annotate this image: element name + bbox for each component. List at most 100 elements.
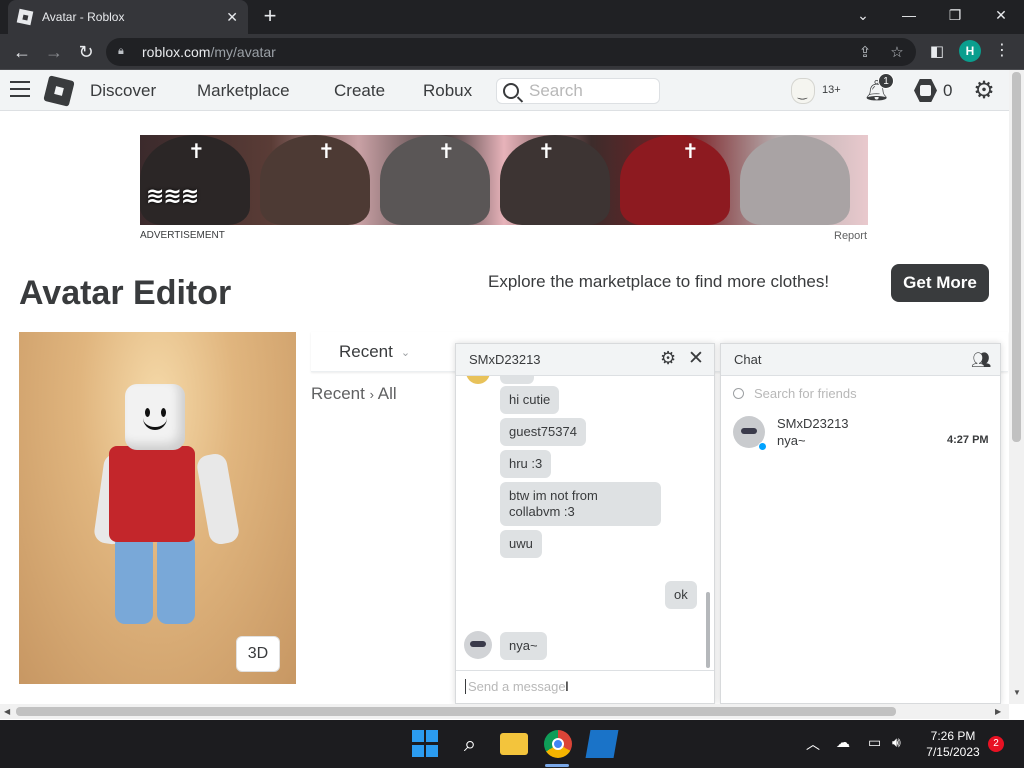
network-icon[interactable]: ▭ bbox=[868, 734, 881, 751]
message-list[interactable]: hi cutie guest75374 hru :3 btw im not fr… bbox=[456, 376, 706, 670]
chrome-center bbox=[552, 738, 564, 750]
windows-start-icon[interactable] bbox=[412, 730, 440, 758]
roblox-favicon-icon bbox=[16, 8, 34, 26]
lock-icon: 🔒︎ bbox=[118, 45, 124, 57]
ad-hat-image bbox=[380, 135, 490, 225]
friend-search bbox=[733, 386, 974, 401]
friend-conversation-item[interactable]: SMxD23213 nya~ 4:27 PM bbox=[721, 410, 1000, 454]
friend-name: SMxD23213 bbox=[777, 416, 849, 431]
nav-robux[interactable]: Robux bbox=[423, 81, 472, 101]
advertisement-banner[interactable]: ✝ ✝ ✝ ✝ ✝ ≋≋≋ bbox=[140, 135, 868, 225]
avatar-head bbox=[125, 384, 185, 450]
chat-title: Chat bbox=[734, 352, 762, 367]
profile-avatar[interactable]: H bbox=[959, 40, 981, 62]
scrollbar-thumb[interactable] bbox=[16, 707, 896, 716]
conversation-settings-icon[interactable]: ⚙ bbox=[660, 348, 676, 369]
get-more-button[interactable]: Get More bbox=[891, 264, 989, 302]
avatar-torso bbox=[109, 446, 195, 542]
roblox-studio-icon[interactable] bbox=[585, 730, 619, 758]
share-icon[interactable]: ⇪ bbox=[854, 42, 876, 64]
bookmark-star-icon[interactable]: ☆ bbox=[886, 42, 908, 64]
minimize-icon[interactable]: — bbox=[886, 0, 932, 30]
ad-brand-logo: ≋≋≋ bbox=[146, 183, 199, 208]
gear-icon[interactable]: ⚙ bbox=[970, 77, 998, 105]
close-conversation-icon[interactable]: ✕ bbox=[688, 347, 704, 370]
cloud-icon[interactable]: ☁ bbox=[836, 734, 850, 751]
active-app-indicator bbox=[545, 764, 569, 767]
side-panel-icon[interactable]: ◧ bbox=[925, 40, 949, 64]
message-input[interactable] bbox=[465, 679, 705, 694]
message-bubble: nya~ bbox=[500, 632, 547, 660]
avatar-preview[interactable] bbox=[19, 332, 296, 684]
restore-icon[interactable]: ❐ bbox=[932, 0, 978, 30]
volume-icon[interactable]: 🔊︎ bbox=[892, 734, 901, 751]
avatar-right-leg bbox=[157, 534, 195, 624]
close-window-icon[interactable]: ✕ bbox=[978, 0, 1024, 30]
scroll-right-icon[interactable]: ▶ bbox=[995, 707, 1001, 716]
text-cursor-icon: I bbox=[565, 678, 569, 694]
friend-message-time: 4:27 PM bbox=[947, 434, 989, 446]
chrome-icon[interactable] bbox=[544, 730, 572, 758]
online-status-icon bbox=[758, 442, 767, 451]
explore-text: Explore the marketplace to find more clo… bbox=[488, 272, 830, 291]
message-bubble: hi cutie bbox=[500, 386, 560, 414]
tab-recent[interactable]: Recent ⌄ bbox=[339, 342, 410, 362]
nav-marketplace[interactable]: Marketplace bbox=[197, 81, 290, 101]
avatar-eye bbox=[145, 408, 150, 417]
create-group-icon[interactable]: 👥︎ bbox=[971, 350, 991, 370]
roblox-logo-icon[interactable] bbox=[43, 75, 75, 107]
friend-search-input[interactable] bbox=[754, 386, 974, 401]
scroll-left-icon[interactable]: ◀ bbox=[4, 707, 10, 716]
message-bubble: uwu bbox=[500, 530, 542, 558]
conversation-header[interactable]: SMxD23213 ⚙ ✕ bbox=[456, 344, 714, 376]
ad-report-link[interactable]: Report bbox=[834, 230, 867, 242]
toggle-3d-button[interactable]: 3D bbox=[236, 636, 280, 672]
page-horizontal-scrollbar[interactable]: ◀ ▶ bbox=[0, 704, 1009, 719]
page-vertical-scrollbar[interactable]: ▼ bbox=[1009, 70, 1024, 704]
ad-hat-image bbox=[500, 135, 610, 225]
reload-icon[interactable]: ↻ bbox=[74, 40, 98, 64]
taskbar-clock[interactable]: 7:26 PM 7/15/2023 bbox=[920, 728, 986, 760]
avatar-smile bbox=[143, 418, 167, 430]
avatar-left-leg bbox=[115, 534, 153, 624]
search-box bbox=[496, 78, 660, 104]
tab-recent-label: Recent bbox=[339, 342, 393, 361]
chat-header[interactable]: Chat 👥︎ bbox=[721, 344, 1000, 376]
message-scrollbar[interactable] bbox=[706, 592, 710, 668]
roblox-navbar: Discover Marketplace Create Robux 13+ 🔔︎… bbox=[0, 70, 1009, 111]
cross-icon: ✝ bbox=[538, 141, 555, 163]
browser-tab[interactable]: Avatar - Roblox ✕ bbox=[8, 0, 248, 34]
new-tab-icon[interactable]: + bbox=[258, 4, 282, 28]
clock-time: 7:26 PM bbox=[930, 729, 976, 743]
notification-center-badge[interactable]: 2 bbox=[988, 736, 1004, 752]
robux-icon[interactable] bbox=[914, 79, 937, 102]
message-bubble: hru :3 bbox=[500, 450, 552, 478]
show-hidden-icons-icon[interactable]: ︿ bbox=[806, 734, 820, 754]
nav-create[interactable]: Create bbox=[334, 81, 385, 101]
user-avatar[interactable] bbox=[791, 78, 815, 104]
file-explorer-icon[interactable] bbox=[500, 733, 528, 755]
browser-menu-icon[interactable]: ⋮ bbox=[994, 40, 1010, 60]
search-icon[interactable]: ⌕ bbox=[456, 730, 484, 758]
breadcrumb: Recent › All bbox=[311, 384, 397, 404]
breadcrumb-all[interactable]: All bbox=[378, 384, 397, 403]
robux-count: 0 bbox=[943, 81, 953, 100]
forward-icon[interactable]: → bbox=[42, 40, 66, 64]
cross-icon: ✝ bbox=[188, 141, 205, 163]
age-label: 13+ bbox=[822, 84, 841, 96]
hamburger-menu-icon[interactable] bbox=[10, 81, 30, 99]
own-message-bubble: ok bbox=[665, 581, 697, 609]
breadcrumb-recent[interactable]: Recent bbox=[311, 384, 365, 403]
partial-avatar bbox=[466, 376, 490, 384]
avatar-right-arm bbox=[195, 452, 241, 546]
scrollbar-thumb[interactable] bbox=[1012, 72, 1021, 442]
message-bubble: btw im not from collabvm :3 bbox=[500, 482, 661, 526]
scroll-down-icon[interactable]: ▼ bbox=[1013, 688, 1021, 697]
nav-discover[interactable]: Discover bbox=[90, 81, 156, 101]
search-input[interactable] bbox=[529, 81, 649, 101]
address-bar[interactable]: 🔒︎ roblox.com/my/avatar ⇪ ☆ bbox=[106, 38, 916, 66]
search-icon bbox=[733, 388, 744, 399]
back-icon[interactable]: ← bbox=[10, 40, 34, 64]
close-tab-icon[interactable]: ✕ bbox=[226, 9, 238, 26]
tab-search-icon[interactable]: ⌄ bbox=[840, 0, 886, 30]
